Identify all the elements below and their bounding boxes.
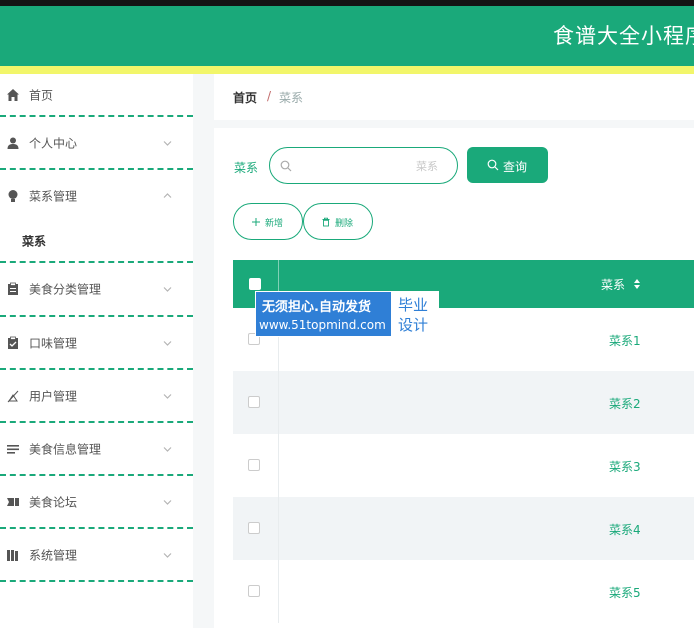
delete-button[interactable]: 删除 [303,203,373,240]
table-cell: 菜系4 [609,523,641,537]
column-header-cuisine[interactable]: 菜系 [601,276,625,293]
table-row: 菜系2 [233,371,694,434]
app-title: 食谱大全小程序 [553,24,694,48]
row-checkbox[interactable] [248,585,260,597]
app-header: 食谱大全小程序 [0,6,694,66]
clipboard-icon [8,282,18,295]
add-button-label: 新增 [265,218,284,228]
breadcrumb-current: 菜系 [279,91,304,105]
watermark-tag-bottom: 设计 [398,316,429,334]
column-divider [278,371,279,434]
column-divider [278,434,279,497]
chevron-down-icon [163,287,172,292]
watermark-left-panel: 无须担心.自动发货 www.51topmind.com [256,292,390,336]
search-box [269,147,458,184]
sidebar-item-flavor[interactable]: 口味管理 [0,317,193,370]
chevron-up-icon [163,192,172,198]
watermark-tag-top: 毕业 [398,296,429,314]
sidebar-item-label: 用户管理 [29,389,78,403]
query-button-label: 查询 [503,160,528,174]
table-cell: 菜系2 [609,397,641,411]
main-content: 菜系 查询 新增 删除 菜系 菜系1 菜系2 [214,128,694,628]
breadcrumb-home[interactable]: 首页 [233,89,257,106]
sidebar-item-label: 美食分类管理 [29,282,102,297]
search-icon [280,160,292,172]
home-icon [7,88,19,101]
table-cell: 菜系3 [609,460,641,474]
query-button[interactable]: 查询 [467,147,548,183]
sidebar-item-food-forum[interactable]: 美食论坛 [0,476,193,529]
users-icon [7,390,19,402]
sidebar-item-food-info[interactable]: 美食信息管理 [0,423,193,476]
search-label: 菜系 [234,161,259,175]
sidebar-item-label: 美食论坛 [29,495,78,509]
breadcrumb-separator: / [267,89,272,103]
delete-button-label: 删除 [335,218,354,228]
sidebar-item-system[interactable]: 系统管理 [0,529,193,582]
sidebar-item-food-category[interactable]: 美食分类管理 [0,263,193,317]
list-icon [7,444,19,454]
search-icon [487,159,499,171]
row-checkbox[interactable] [248,459,260,471]
bulb-icon [8,189,18,202]
row-checkbox[interactable] [248,522,260,534]
sidebar-item-label: 美食信息管理 [29,442,102,456]
table-cell: 菜系5 [609,586,641,600]
chevron-down-icon [163,140,172,146]
breadcrumb: 首页 / 菜系 [214,74,694,120]
column-divider [278,560,279,623]
sidebar-item-cuisine-management[interactable]: 菜系管理 [0,170,193,221]
search-input[interactable] [298,155,448,177]
header-accent-stripe [0,66,694,74]
row-checkbox[interactable] [248,396,260,408]
plus-icon [252,218,260,226]
select-all-checkbox[interactable] [249,278,261,290]
chevron-down-icon [163,340,172,346]
watermark-slogan: 无须担心.自动发货 [262,300,371,315]
table-row: 菜系3 [233,434,694,497]
sidebar-item-label: 首页 [29,88,54,102]
trash-icon [322,217,330,227]
book-icon [7,549,18,561]
chevron-down-icon [163,446,172,452]
sidebar-item-label: 个人中心 [29,136,78,150]
table-cell: 菜系1 [609,334,641,348]
watermark-right-panel: 毕业 设计 [391,292,438,336]
sidebar-item-label: 口味管理 [29,336,78,350]
ticket-icon [7,497,19,506]
sidebar-item-label: 菜系管理 [29,189,78,203]
user-icon [7,137,19,149]
sidebar-item-home[interactable]: 首页 [0,74,193,117]
chevron-down-icon [163,393,172,399]
sidebar-item-personal-center[interactable]: 个人中心 [0,117,193,170]
chevron-down-icon [163,499,172,505]
column-divider [278,497,279,560]
chevron-down-icon [163,552,172,558]
checklist-icon [8,336,18,349]
watermark-overlay: 无须担心.自动发货 www.51topmind.com 毕业 设计 [255,291,439,337]
table-row: 菜系5 [233,560,694,623]
add-button[interactable]: 新增 [233,203,303,240]
sort-icon[interactable] [633,278,641,290]
sidebar-subitem-cuisine[interactable]: 菜系 [0,221,193,263]
table-row: 菜系4 [233,497,694,560]
sidebar-item-label: 系统管理 [29,548,78,562]
sidebar: 首页 个人中心 菜系管理 菜系 美食分类管理 口味管理 用户管理 美食信息管理 [0,74,193,628]
watermark-url: www.51topmind.com [259,318,386,332]
sidebar-subitem-label: 菜系 [22,234,47,249]
sidebar-item-user-management[interactable]: 用户管理 [0,370,193,423]
